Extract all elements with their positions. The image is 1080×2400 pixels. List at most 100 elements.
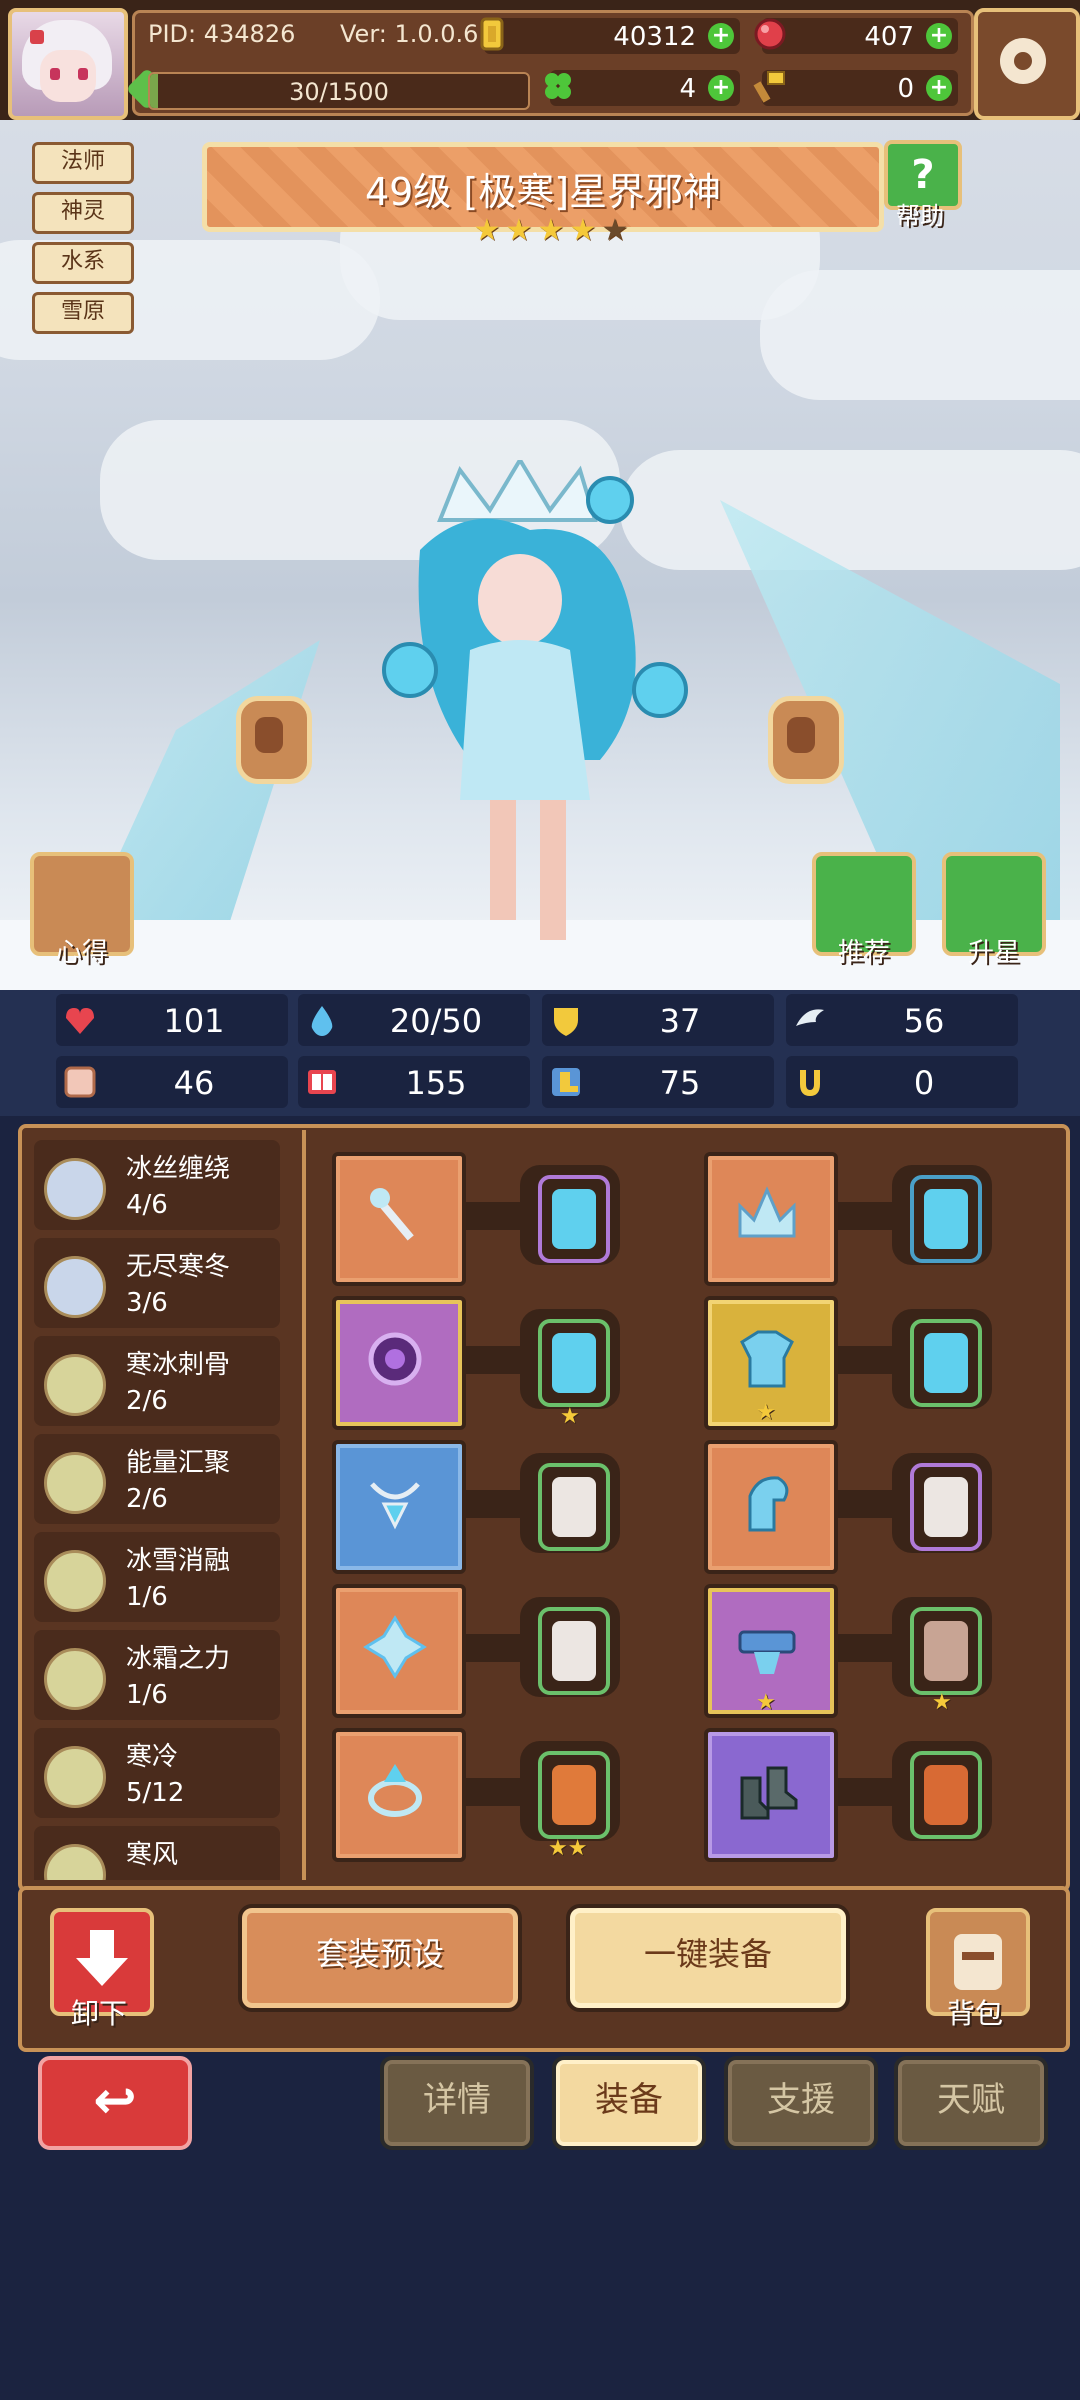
cloud	[760, 270, 1080, 400]
skill-rune-icon	[44, 1648, 106, 1710]
ice-ring-icon	[368, 1764, 422, 1817]
ice-gem-icon	[552, 1189, 596, 1249]
amulet-icon	[370, 1482, 420, 1530]
skill-item[interactable]: 冰雪消融 1/6	[34, 1532, 280, 1622]
rune-orb-right[interactable]	[768, 696, 844, 784]
equip-slot-crystal[interactable]	[332, 1584, 466, 1718]
star-icon: ★	[932, 1690, 952, 1715]
equip-slot-boots[interactable]	[704, 1728, 838, 1862]
skill-name: 能量汇聚	[126, 1448, 231, 1478]
gem-socket[interactable]	[892, 1597, 992, 1697]
star-icon: ★	[756, 1690, 776, 1715]
equip-slot-gloves[interactable]	[704, 1440, 838, 1574]
skill-item[interactable]: 寒冰刺骨 2/6	[34, 1336, 280, 1426]
add-gem-button[interactable]: +	[926, 23, 952, 49]
back-button[interactable]: ↩	[38, 2056, 192, 2150]
stat-hp-value: 101	[163, 1002, 225, 1040]
backpack-button[interactable]: 背包	[920, 1908, 1030, 2030]
gem-socket[interactable]	[892, 1309, 992, 1409]
gem-socket[interactable]	[520, 1597, 620, 1697]
upgrade-star-button[interactable]: 升星	[942, 852, 1046, 968]
stat-attack: 46	[56, 1056, 288, 1108]
rune-orb-left[interactable]	[236, 696, 312, 784]
skill-level: 1/6	[126, 1680, 168, 1710]
equip-slot-crown[interactable]	[704, 1152, 838, 1286]
gem-socket[interactable]	[520, 1453, 620, 1553]
hammer-icon	[753, 71, 785, 103]
stat-mana-value: 20/50	[389, 1002, 483, 1040]
notes-button[interactable]: 心得	[30, 852, 134, 968]
backpack-label: 背包	[946, 1997, 1003, 2030]
gem-frame	[538, 1607, 610, 1695]
earth-rune-icon	[924, 1621, 968, 1681]
xp-bar: 30/1500	[148, 72, 530, 110]
help-label: 帮助	[896, 202, 944, 230]
gem-value: 407	[864, 22, 914, 52]
star-icon: ★	[505, 213, 533, 248]
hero-tag-race: 神灵	[32, 192, 134, 234]
gem-socket[interactable]	[520, 1165, 620, 1265]
hero-character-sprite[interactable]	[380, 460, 700, 960]
tab-2[interactable]: 支援	[724, 2056, 878, 2150]
gem-counter: 407 +	[754, 18, 958, 54]
tab-1[interactable]: 装备	[552, 2056, 706, 2150]
settings-button[interactable]	[974, 8, 1080, 120]
recommend-button[interactable]: 推荐	[812, 852, 916, 968]
player-avatar[interactable]	[8, 8, 128, 120]
gem-frame	[538, 1463, 610, 1551]
skill-name: 无尽寒冬	[126, 1252, 231, 1282]
gem-frame	[910, 1751, 982, 1839]
spellbook-icon	[308, 1070, 336, 1094]
tab-0[interactable]: 详情	[380, 2056, 534, 2150]
unequip-label: 卸下	[70, 1997, 127, 2030]
equip-slot-weapon[interactable]	[332, 1152, 466, 1286]
equip-slot-necklace[interactable]	[332, 1440, 466, 1574]
blank-rune-icon	[552, 1621, 596, 1681]
player-id: PID: 434826	[148, 20, 296, 48]
gem-socket[interactable]	[892, 1453, 992, 1553]
hero-tag-class: 法师	[32, 142, 134, 184]
star-icon: ★	[560, 1404, 580, 1429]
notes-label: 心得	[55, 938, 108, 968]
stat-luck-value: 0	[913, 1064, 935, 1102]
help-button[interactable]: ? 帮助	[880, 140, 962, 230]
skill-item[interactable]: 能量汇聚 2/6	[34, 1434, 280, 1524]
gem-frame	[538, 1175, 610, 1263]
skill-name: 冰霜之力	[126, 1644, 231, 1674]
skill-rune-icon	[44, 1746, 106, 1808]
skill-item[interactable]: 无尽寒冬 3/6	[34, 1238, 280, 1328]
skill-rune-icon	[44, 1354, 106, 1416]
top-bar: PID: 434826 Ver: 1.0.0.6 40312 + 407 + 4…	[0, 0, 1080, 120]
ice-gauntlet-icon	[748, 1476, 789, 1532]
recommend-label: 推荐	[837, 938, 890, 968]
skill-level: 3/6	[126, 1288, 168, 1318]
equip-slot-orb[interactable]	[332, 1296, 466, 1430]
equip-all-button[interactable]: 一键装备	[566, 1904, 850, 2012]
ice-gem-icon	[924, 1333, 968, 1393]
hero-tag-element: 水系	[32, 242, 134, 284]
skill-item[interactable]: 冰霜之力 1/6	[34, 1630, 280, 1720]
skill-level: 1/6	[126, 1582, 168, 1612]
gem-socket[interactable]	[520, 1309, 620, 1409]
stat-magic-value: 155	[405, 1064, 467, 1102]
skill-item[interactable]: 冰丝缠绕 4/6	[34, 1140, 280, 1230]
avatar-eye	[78, 68, 88, 80]
gem-frame	[910, 1463, 982, 1551]
equip-slot-ring[interactable]	[332, 1728, 466, 1862]
gem-socket[interactable]	[892, 1165, 992, 1265]
add-gold-button[interactable]: +	[708, 23, 734, 49]
skill-item[interactable]: 寒冷 5/12	[34, 1728, 280, 1818]
tab-3[interactable]: 天赋	[894, 2056, 1048, 2150]
stat-defense-value: 37	[659, 1002, 701, 1040]
skill-list[interactable]: 冰丝缠绕 4/6 无尽寒冬 3/6 寒冰刺骨 2/6 能量汇聚 2/6 冰雪消融 1/6 冰霜之力 1…	[34, 1140, 300, 1880]
skill-item[interactable]: 寒风	[34, 1826, 280, 1880]
gold-counter: 40312 +	[480, 17, 740, 54]
gem-socket[interactable]	[892, 1741, 992, 1841]
skill-rune-icon	[44, 1550, 106, 1612]
ice-belt-icon	[738, 1630, 796, 1674]
add-clover-button[interactable]: +	[708, 75, 734, 101]
unequip-button[interactable]: 卸下	[44, 1908, 154, 2030]
add-hammer-button[interactable]: +	[926, 75, 952, 101]
preset-outfit-button[interactable]: 套装预设	[238, 1904, 522, 2012]
gem-socket[interactable]	[520, 1741, 620, 1841]
